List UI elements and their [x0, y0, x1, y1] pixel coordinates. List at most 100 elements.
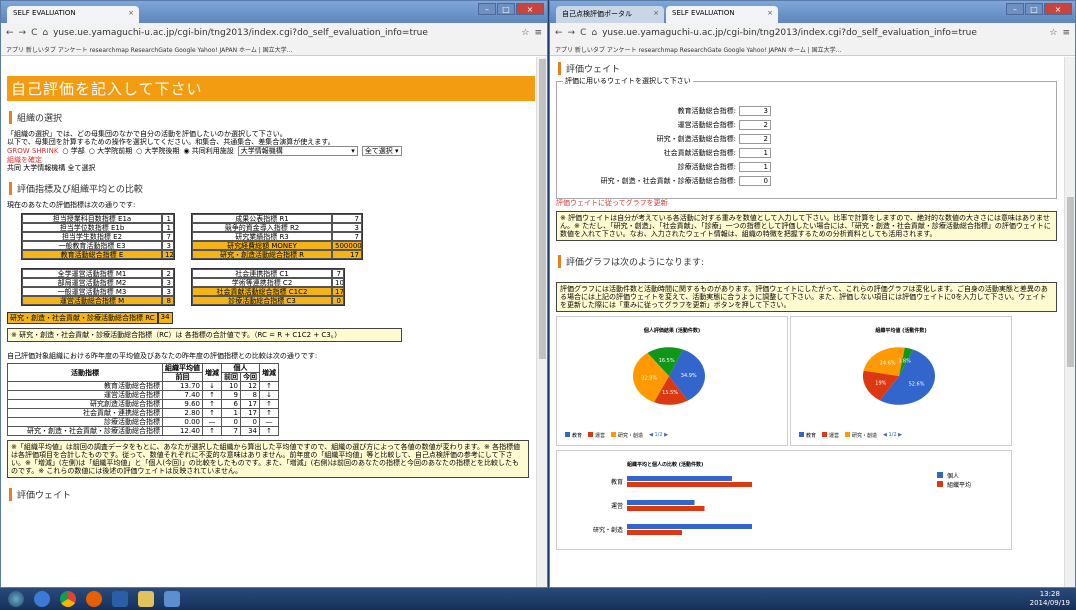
- radio-kyodo[interactable]: ◉ 共同利用施設: [183, 147, 233, 155]
- start-icon[interactable]: [8, 591, 24, 607]
- chevron-down-icon: ▾: [351, 147, 355, 155]
- legend-page-nav[interactable]: ◀ 1/2 ▶: [883, 432, 902, 439]
- bar-category-label: 研究・創造: [593, 526, 623, 534]
- weight-input[interactable]: 1: [739, 162, 771, 172]
- star-icon[interactable]: ☆: [1049, 28, 1057, 38]
- table-cell: 9.60: [162, 399, 203, 409]
- table-cell: —: [259, 417, 279, 427]
- home-icon[interactable]: ⌂: [591, 28, 597, 38]
- weight-label: 研究・創造活動総合指標:: [656, 135, 736, 143]
- weight-label: 教育活動総合指標:: [677, 107, 736, 115]
- star-icon[interactable]: ☆: [521, 28, 529, 38]
- pie-label: 52.6%: [909, 382, 925, 388]
- radio-kouki[interactable]: ○ 大学院後期: [136, 147, 179, 155]
- table-cell: —: [202, 417, 222, 427]
- taskbar: 13:28 2014/09/19: [0, 588, 1076, 610]
- weight-label: 社会貢献活動総合指標:: [663, 149, 736, 157]
- indicator-label: 研究業績指標 R3: [192, 232, 332, 241]
- app-icon[interactable]: [112, 591, 128, 607]
- url-field-right[interactable]: yuse.ue.yamaguchi-u.ac.jp/cgi-bin/tng201…: [602, 28, 1044, 38]
- address-bar-row-right: ← → C ⌂ yuse.ue.yamaguchi-u.ac.jp/cgi-bin/t…: [550, 23, 1075, 43]
- table-cell: 研究創造活動総合指標: [7, 399, 163, 409]
- table-cell: ↑: [259, 408, 279, 418]
- weight-note: ※ 評価ウェイトは自分が考えている各活動に対する重みを数値として入力して下さい。…: [556, 211, 1057, 241]
- app2-icon[interactable]: [164, 591, 180, 607]
- rc-value: 34: [157, 312, 173, 324]
- rc-note: ※ 研究・創造・社会貢献・診療活動総合指標（RC）は 各指標の合計値です。（RC…: [7, 328, 402, 342]
- url-field[interactable]: yuse.ue.yamaguchi-u.ac.jp/cgi-bin/tng201…: [53, 28, 516, 38]
- clock-date: 2014/09/19: [1029, 599, 1070, 607]
- confirm-org-link[interactable]: 組織を確定: [7, 156, 529, 164]
- legend-page-nav[interactable]: ◀ 1/2 ▶: [649, 432, 668, 439]
- close-button[interactable]: ×: [516, 3, 544, 15]
- indicators-intro: 現在のあなたの評価指標は次の通りです:: [7, 201, 136, 209]
- indicator-value: 1: [162, 214, 174, 223]
- tab-self-evaluation-right[interactable]: SELF EVALUATION ×: [666, 6, 778, 23]
- left-browser-window: SELF EVALUATION × – □ × ← → C ⌂ yuse.ue.yamagu…: [0, 0, 548, 588]
- bookmarks-bar-right[interactable]: アプリ 新しいタブ アンケート researchmap ResearchGate…: [550, 43, 1075, 56]
- scrollbar[interactable]: [536, 57, 547, 587]
- clock[interactable]: 13:28 2014/09/19: [1030, 590, 1070, 608]
- back-icon[interactable]: ←: [555, 28, 563, 38]
- indicator-label: 全学運営活動指標 M1: [22, 269, 162, 278]
- indicator-value: 12: [162, 250, 174, 259]
- rc-label: 研究・創造・社会貢献・診療活動総合指標 RC: [7, 312, 158, 324]
- tab-portal[interactable]: 自己点検評価ポータル ×: [556, 6, 664, 23]
- rc-indicator: 研究・創造・社会貢献・診療活動総合指標 RC 34: [7, 312, 529, 324]
- bookmarks-bar[interactable]: アプリ 新しいタブ アンケート researchmap ResearchGate…: [1, 43, 547, 56]
- folder-icon[interactable]: [138, 591, 154, 607]
- scrollbar-right[interactable]: [1064, 57, 1075, 587]
- table-cell: 6: [221, 399, 241, 409]
- minimize-button[interactable]: –: [1006, 3, 1024, 15]
- ie-icon[interactable]: [34, 591, 50, 607]
- org-select[interactable]: 大学情報機構 ▾: [237, 146, 358, 156]
- radio-zenki[interactable]: ○ 大学院前期: [89, 147, 132, 155]
- home-icon[interactable]: ⌂: [42, 28, 48, 38]
- menu-icon[interactable]: ≡: [534, 28, 542, 38]
- bar-legend-swatch: [937, 481, 943, 487]
- bar-mark: [627, 482, 752, 487]
- table-cell: ↑: [202, 426, 222, 436]
- weight-label: 研究・創造・社会貢献・診療活動総合指標:: [600, 177, 736, 185]
- weight-input[interactable]: 2: [739, 134, 771, 144]
- address-bar-row: ← → C ⌂ yuse.ue.yamaguchi-u.ac.jp/cgi-bin/t…: [1, 23, 547, 43]
- table-cell: 7.40: [162, 390, 203, 400]
- indicator-value: 500000: [332, 241, 362, 250]
- minimize-button[interactable]: –: [478, 3, 496, 15]
- select-all-dropdown[interactable]: 全て選択 ▾: [361, 146, 402, 156]
- indicator-label: 診療活動総合指標 C3: [192, 296, 332, 305]
- table-cell: ↓: [202, 381, 222, 391]
- chrome-icon[interactable]: [60, 591, 76, 607]
- table-row: 教育活動総合指標 13.70 ↓ 10 12 ↑: [7, 381, 279, 391]
- indicator-value: 8: [162, 296, 174, 305]
- tab-self-evaluation[interactable]: SELF EVALUATION ×: [7, 6, 139, 23]
- maximize-button[interactable]: □: [1025, 3, 1043, 15]
- indicator-value: 7: [332, 232, 362, 241]
- graph-note: 評価グラフには活動件数と活動時間に関するものがあります。評価ウェイトにしたがって…: [556, 282, 1057, 312]
- table-cell: 教育活動総合指標: [7, 381, 163, 391]
- bar-legend-label: 個人: [947, 472, 959, 480]
- grow-shrink-label[interactable]: GROW SHRINK: [7, 147, 58, 155]
- weight-input[interactable]: 0: [739, 176, 771, 186]
- firefox-icon[interactable]: [86, 591, 102, 607]
- forward-icon[interactable]: →: [568, 28, 576, 38]
- section-graph-heading: 評価グラフは次のようになります:: [558, 255, 1057, 268]
- weight-label: 診療活動総合指標:: [677, 163, 736, 171]
- weight-input[interactable]: 1: [739, 148, 771, 158]
- close-icon[interactable]: ×: [128, 9, 134, 17]
- reload-icon[interactable]: C: [31, 28, 37, 38]
- weight-input[interactable]: 3: [739, 106, 771, 116]
- menu-icon[interactable]: ≡: [1062, 28, 1070, 38]
- weight-input[interactable]: 2: [739, 120, 771, 130]
- reload-icon[interactable]: C: [580, 28, 586, 38]
- indicator-group-2: 全学運営活動指標 M1 2 部局運営活動指標 M2 3 一般運営活動指標 M3 3 運営活動…: [21, 268, 529, 306]
- bar-mark: [627, 476, 732, 481]
- update-graph-link[interactable]: 評価ウェイトに従ってグラフを更新: [556, 199, 1057, 207]
- back-icon[interactable]: ←: [6, 28, 14, 38]
- maximize-button[interactable]: □: [497, 3, 515, 15]
- indicator-label: 社会連携指標 C1: [192, 269, 332, 278]
- pie2-title: 組織平均値 (活動件数): [875, 328, 927, 334]
- radio-gakubu[interactable]: ○ 学部: [62, 147, 84, 155]
- forward-icon[interactable]: →: [19, 28, 27, 38]
- close-button[interactable]: ×: [1044, 3, 1072, 15]
